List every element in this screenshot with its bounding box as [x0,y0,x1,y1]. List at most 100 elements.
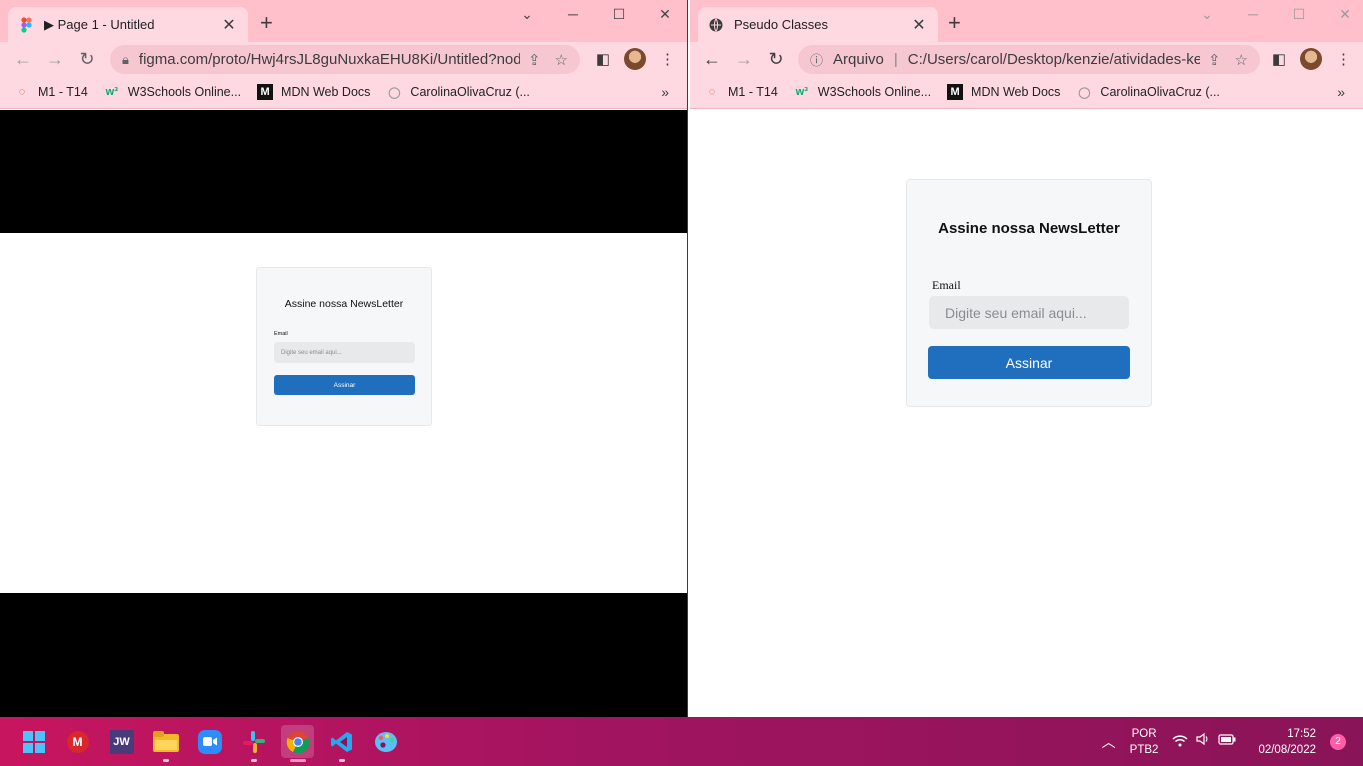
email-input[interactable]: Digite seu email aqui... [929,296,1129,329]
chrome-icon[interactable] [281,725,314,762]
profile-avatar[interactable] [1300,48,1322,70]
windows-start-icon[interactable] [17,725,50,758]
paint-icon[interactable] [369,725,402,758]
close-window-icon[interactable]: ✕ [642,4,687,24]
bookmark-label: M1 - T14 [38,85,88,99]
email-label: Email [274,331,288,337]
minimize-icon[interactable]: ─ [550,4,596,24]
newsletter-card: Assine nossa NewsLetter Email Digite seu… [906,179,1152,407]
new-tab-icon[interactable]: + [260,12,273,34]
tab-strip: ▶ Page 1 - Untitled ✕ + ⌄ ─ ☐ ✕ [0,0,687,42]
ring-icon: ◌ [708,86,716,98]
tab-title: ▶ Page 1 - Untitled [44,16,155,32]
vscode-icon[interactable] [325,725,358,762]
notification-badge[interactable]: 2 [1330,733,1346,750]
bookmark-item[interactable]: w³ W3Schools Online... [104,84,241,100]
bookmark-label: W3Schools Online... [817,85,932,99]
side-panel-icon[interactable]: ◧ [596,50,610,68]
back-icon[interactable]: ← [696,49,728,70]
bookmark-item[interactable]: ◌ M1 - T14 [14,84,88,100]
system-tray: ︿ POR PTB2 17:52 02/08/2022 2 [1102,717,1363,766]
github-icon: ◯ [1078,86,1091,99]
info-icon[interactable]: ⓘ [810,50,823,69]
bookmark-item[interactable]: M MDN Web Docs [257,84,370,100]
zoom-icon[interactable] [193,725,226,758]
w3schools-icon: w³ [105,86,118,98]
side-panel-icon[interactable]: ◧ [1272,50,1286,68]
tab-search-icon[interactable]: ⌄ [504,4,550,24]
back-icon[interactable]: ← [7,49,39,70]
lock-icon[interactable]: 🔒︎ [122,52,129,68]
layout-label: PTB2 [1129,743,1159,756]
clock[interactable]: 17:52 02/08/2022 [1258,726,1316,758]
mdn-icon: M [257,84,274,100]
bookmark-label: MDN Web Docs [281,85,371,99]
figma-icon [18,16,34,33]
reload-icon[interactable]: ↻ [71,49,103,70]
canvas-background [0,110,687,233]
browser-window-figma: ▶ Page 1 - Untitled ✕ + ⌄ ─ ☐ ✕ ← → ↻ 🔒︎… [0,0,688,717]
mega-icon[interactable]: M [61,725,94,758]
date-label: 02/08/2022 [1258,743,1316,756]
tab-search-icon[interactable]: ⌄ [1184,4,1230,24]
more-bookmarks-icon[interactable]: » [661,84,669,100]
canvas-background [0,593,687,717]
mdn-icon: M [947,84,964,100]
profile-avatar[interactable] [624,48,646,70]
menu-kebab-icon[interactable]: ⋮ [1336,50,1351,68]
forward-icon[interactable]: → [39,49,71,70]
bookmark-item[interactable]: ◌ M1 - T14 [704,84,778,100]
volume-icon[interactable] [1196,732,1210,750]
tab-title: Pseudo Classes [734,17,828,32]
bookmark-item[interactable]: ◯ CarolinaOlivaCruz (... [386,84,530,100]
address-bar[interactable]: 🔒︎ figma.com/proto/Hwj4rsJL8guNuxkaEHU8K… [110,45,580,74]
forward-icon[interactable]: → [728,49,760,70]
bookmark-item[interactable]: w³ W3Schools Online... [794,84,931,100]
new-tab-icon[interactable]: + [948,12,961,34]
bookmark-item[interactable]: ◯ CarolinaOlivaCruz (... [1076,84,1220,100]
battery-icon[interactable] [1218,733,1236,750]
url-text: figma.com/proto/Hwj4rsJL8guNuxkaEHU8Ki/U… [138,51,520,68]
taskbar-apps: M JW [17,725,402,762]
bookmark-star-icon[interactable]: ☆ [555,51,568,69]
maximize-icon[interactable]: ☐ [596,4,642,24]
url-text: C:/Users/carol/Desktop/kenzie/atividades… [907,51,1200,68]
tab-pseudo-classes[interactable]: Pseudo Classes ✕ [698,7,938,42]
chevron-up-icon[interactable]: ︿ [1102,734,1116,750]
address-bar[interactable]: ⓘ Arquivo | C:/Users/carol/Desktop/kenzi… [798,45,1260,74]
subscribe-button[interactable]: Assinar [928,346,1130,379]
tab-figma[interactable]: ▶ Page 1 - Untitled ✕ [8,7,248,42]
window-controls: ⌄ ─ ☐ ✕ [1184,4,1363,24]
close-tab-icon[interactable]: ✕ [910,15,928,35]
menu-kebab-icon[interactable]: ⋮ [660,50,675,68]
close-window-icon[interactable]: ✕ [1322,4,1363,24]
maximize-icon[interactable]: ☐ [1276,4,1322,24]
wifi-icon[interactable] [1172,734,1188,750]
bookmark-star-icon[interactable]: ☆ [1235,51,1248,69]
minimize-icon[interactable]: ─ [1230,4,1276,24]
file-explorer-icon[interactable] [149,725,182,762]
subscribe-button[interactable]: Assinar [274,375,415,395]
bookmarks-bar: ◌ M1 - T14 w³ W3Schools Online... M MDN Web… [0,76,687,109]
jw-library-icon[interactable]: JW [105,725,138,758]
bookmark-label: M1 - T14 [728,85,778,99]
share-icon[interactable]: ⇪ [1208,51,1221,69]
reload-icon[interactable]: ↻ [760,49,792,70]
close-tab-icon[interactable]: ✕ [220,15,238,35]
bookmark-item[interactable]: M MDN Web Docs [947,84,1060,100]
slack-icon[interactable] [237,725,270,762]
bookmarks-bar: ◌ M1 - T14 w³ W3Schools Online... M MDN Web… [690,76,1363,109]
bookmark-label: MDN Web Docs [971,85,1061,99]
page-viewport: Assine nossa NewsLetter Email Digite seu… [690,110,1363,717]
card-title: Assine nossa NewsLetter [284,298,404,310]
figma-viewport: Assine nossa NewsLetter Email Digite seu… [0,110,687,717]
prototype-frame: Assine nossa NewsLetter Email Digite seu… [0,233,687,593]
browser-toolbar: ← → ↻ ⓘ Arquivo | C:/Users/carol/Desktop… [690,42,1363,76]
email-input[interactable]: Digite seu email aqui... [274,342,415,363]
card-title: Assine nossa NewsLetter [938,220,1120,237]
more-bookmarks-icon[interactable]: » [1337,84,1345,100]
tab-strip: Pseudo Classes ✕ + ⌄ ─ ☐ ✕ [690,0,1363,42]
input-language[interactable]: POR PTB2 [1130,726,1159,758]
share-icon[interactable]: ⇪ [528,51,541,69]
browser-toolbar: ← → ↻ 🔒︎ figma.com/proto/Hwj4rsJL8guNuxk… [0,42,687,76]
